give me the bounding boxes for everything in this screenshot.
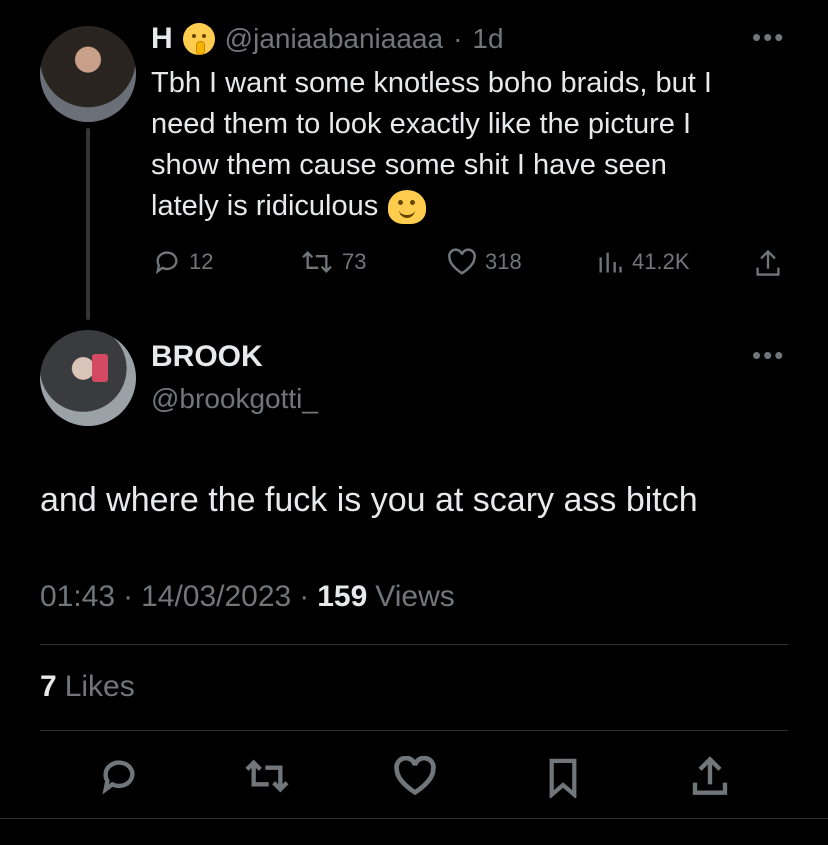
reply-tweet-text: and where the fuck is you at scary ass b… — [40, 481, 698, 519]
like-action[interactable]: 318 — [447, 248, 522, 276]
separator-dot: · — [123, 580, 134, 613]
more-dots-icon[interactable]: ••• — [752, 340, 785, 371]
more-dots-icon[interactable]: ••• — [752, 22, 785, 53]
retweet-icon — [302, 251, 332, 273]
share-action[interactable] — [754, 248, 782, 278]
heart-icon — [448, 248, 476, 275]
divider — [40, 644, 788, 645]
retweet-button[interactable] — [243, 756, 291, 801]
likes-summary[interactable]: 7 Likes — [40, 670, 135, 704]
likes-count: 7 — [40, 670, 57, 703]
tweet-text-line: lately is ridiculous — [151, 190, 379, 222]
author-display-name[interactable]: H — [151, 22, 173, 56]
share-icon — [756, 249, 780, 276]
avatar-brookgotti[interactable] — [40, 330, 136, 426]
author-handle[interactable]: @janiaabaniaaaa — [225, 23, 443, 55]
tweet-text-line: show them cause some shit I have seen — [151, 149, 667, 181]
reply-action[interactable]: 12 — [153, 248, 213, 276]
heart-icon — [394, 755, 436, 796]
view-count: 41.2K — [632, 249, 690, 274]
share-button[interactable] — [690, 754, 730, 803]
reply-count: 12 — [189, 249, 214, 274]
tweet-text-line: need them to look exactly like the pictu… — [151, 108, 692, 140]
divider — [40, 730, 788, 731]
share-icon — [692, 756, 728, 795]
separator-dot: · — [299, 580, 310, 613]
avatar-janiaabaniaaaa[interactable] — [40, 26, 136, 122]
like-button[interactable] — [393, 755, 437, 801]
likes-label: Likes — [64, 670, 135, 703]
views-action[interactable]: 41.2K — [596, 248, 690, 276]
bookmark-button[interactable] — [543, 756, 583, 803]
tweet-time[interactable]: 1d — [472, 23, 503, 55]
thread-connector-line — [86, 128, 90, 320]
retweet-action[interactable]: 73 — [300, 248, 366, 276]
divider — [0, 818, 828, 819]
tweet-timestamp-date[interactable]: 14/03/2023 — [141, 580, 291, 614]
reply-button[interactable] — [98, 756, 140, 801]
tweet-metadata: 01:43 · 14/03/2023 · 159 Views — [40, 580, 455, 614]
phone-shape — [92, 354, 108, 382]
retweet-count: 73 — [342, 249, 367, 274]
speech-bubble-icon — [102, 760, 135, 795]
tweet-text-line: Tbh I want some knotless boho braids, bu… — [151, 67, 712, 99]
parent-tweet-text: Tbh I want some knotless boho braids, bu… — [151, 63, 801, 227]
shushing-face-emoji-icon — [182, 23, 215, 55]
speech-bubble-icon — [155, 251, 178, 275]
melting-face-emoji-icon — [388, 189, 427, 224]
bookmark-icon — [549, 758, 577, 800]
views-count: 159 — [317, 580, 368, 613]
reply-author-handle[interactable]: @brookgotti_ — [151, 383, 318, 415]
retweet-icon — [245, 759, 289, 793]
parent-tweet-header: H @janiaabaniaaaa · 1d — [151, 22, 504, 56]
reply-author-display-name[interactable]: BROOK — [151, 340, 263, 374]
like-count: 318 — [485, 249, 522, 274]
separator-dot: · — [453, 23, 463, 54]
tweet-timestamp-time[interactable]: 01:43 — [40, 580, 115, 614]
views-label: Views — [375, 580, 455, 613]
bar-chart-icon — [599, 252, 622, 273]
